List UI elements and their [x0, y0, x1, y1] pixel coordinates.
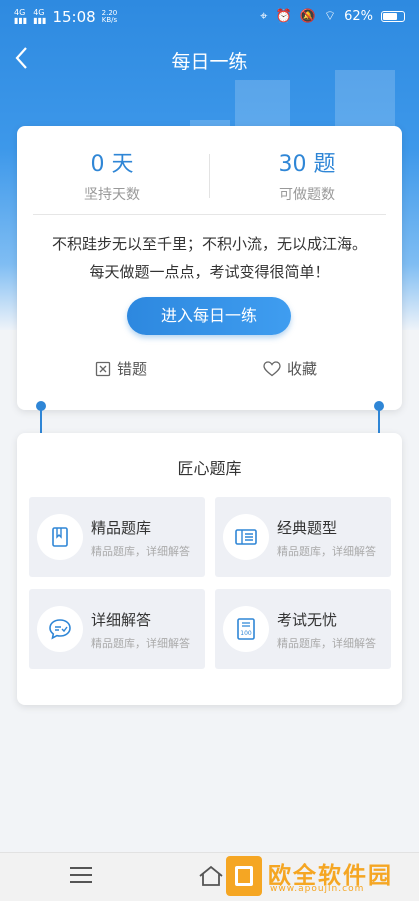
motivation-quote: 不积跬步无以至千里；不积小流，无以成江海。每天做题一点点，考试变得很简单！	[51, 235, 367, 281]
favorites-label: 收藏	[287, 360, 318, 378]
battery-percent: 62%	[344, 8, 373, 24]
watermark: 欧全软件园 www.apoujin.com	[226, 856, 416, 896]
home-icon[interactable]	[198, 865, 224, 891]
page-title: 每日一练	[171, 51, 248, 73]
questions-value: 30 题	[278, 152, 336, 177]
stat-divider	[209, 154, 210, 198]
daily-practice-card: 0 天 坚持天数 30 题 可做题数 不积跬步无以至千里；不积小流，无以成江海。…	[17, 126, 402, 410]
card-divider	[33, 214, 386, 215]
tile-title: 经典题型	[277, 519, 338, 537]
mute-icon: 🔕	[299, 8, 316, 24]
ticket-icon	[223, 514, 269, 560]
watermark-url: www.apoujin.com	[270, 884, 365, 894]
menu-icon[interactable]	[70, 867, 92, 888]
tile-desc: 精品题库，详细解答	[277, 637, 376, 650]
tile-title: 精品题库	[91, 519, 152, 537]
battery-icon	[381, 10, 405, 22]
tile-desc: 精品题库，详细解答	[277, 545, 376, 558]
wrong-list-icon	[95, 361, 111, 376]
signal-indicator-2: 4G ▮▮▮	[33, 8, 47, 25]
wifi-icon: ⌔	[323, 9, 337, 24]
tile-desc: 精品题库，详细解答	[91, 545, 190, 558]
tile-worry-free-exam[interactable]: 100 考试无忧 精品题库，详细解答	[215, 589, 391, 669]
score-100-icon: 100	[223, 606, 269, 652]
watermark-logo	[226, 856, 262, 896]
tile-quality-bank[interactable]: 精品题库 精品题库，详细解答	[29, 497, 205, 577]
tile-title: 考试无忧	[277, 611, 338, 629]
book-icon	[37, 514, 83, 560]
questions-stat: 30 题 可做题数	[212, 146, 402, 204]
chat-check-icon	[37, 606, 83, 652]
location-icon: ⌖	[260, 8, 268, 24]
clock: 15:08	[52, 8, 96, 26]
signal-indicator-1: 4G ▮▮▮	[14, 8, 28, 25]
days-value: 0 天	[90, 152, 134, 177]
section-title: 匠心题库	[177, 459, 242, 478]
svg-text:100: 100	[240, 630, 252, 637]
heart-icon	[263, 360, 281, 376]
favorites-button[interactable]: 收藏	[263, 358, 317, 379]
wrong-questions-button[interactable]: 错题	[95, 358, 147, 379]
alarm-icon: ⏰	[275, 8, 292, 24]
tile-desc: 精品题库，详细解答	[91, 637, 190, 650]
enter-daily-practice-button[interactable]: 进入每日一练	[127, 297, 291, 335]
question-bank-card: 匠心题库 精品题库 精品题库，详细解答 经典题型 精品题库，详细解答 详细解答 …	[17, 433, 402, 705]
network-speed: 2.20 KB/s	[101, 9, 118, 24]
days-stat: 0 天 坚持天数	[17, 146, 207, 204]
nav-bar: 每日一练	[0, 40, 419, 80]
days-label: 坚持天数	[84, 187, 140, 203]
tile-classic-types[interactable]: 经典题型 精品题库，详细解答	[215, 497, 391, 577]
wrong-questions-label: 错题	[117, 360, 148, 378]
tile-title: 详细解答	[91, 611, 152, 629]
tile-detailed-answers[interactable]: 详细解答 精品题库，详细解答	[29, 589, 205, 669]
status-bar: 4G ▮▮▮ 4G ▮▮▮ 15:08 2.20 KB/s ⌖ ⏰ 🔕 ⌔ 62%	[0, 0, 419, 34]
questions-label: 可做题数	[279, 187, 335, 203]
